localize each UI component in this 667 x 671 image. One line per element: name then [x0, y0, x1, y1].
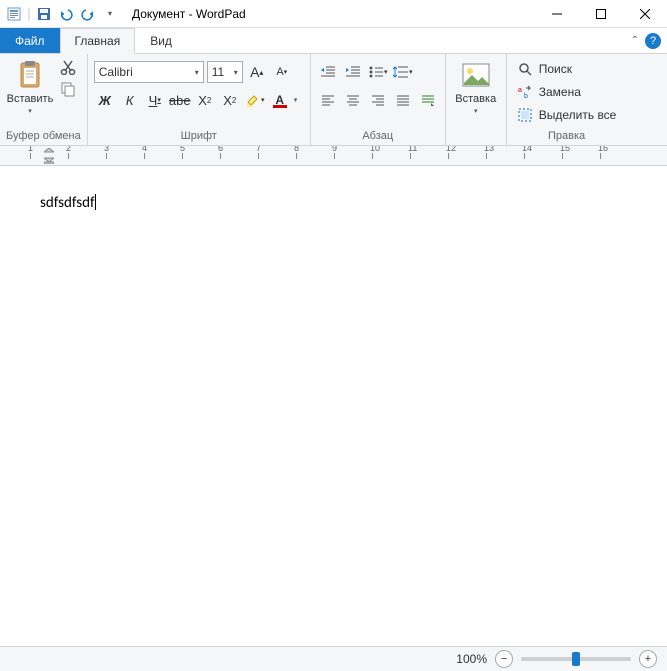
ruler-tick: 14 — [524, 153, 562, 159]
superscript-button[interactable]: X2 — [219, 89, 241, 111]
grow-font-button[interactable]: A▴ — [246, 61, 268, 83]
ruler-tick: 13 — [486, 153, 524, 159]
tab-home[interactable]: Главная — [60, 28, 136, 54]
clipboard-icon — [14, 59, 46, 91]
indent-marker[interactable] — [44, 148, 54, 164]
chevron-down-icon: ▾ — [474, 107, 478, 115]
replace-icon: ab — [517, 84, 533, 100]
chevron-down-icon: ▾ — [195, 68, 199, 77]
document-text: sdfsdfsdf — [40, 194, 95, 212]
shrink-font-button[interactable]: A▾ — [271, 61, 293, 83]
zoom-label: 100% — [456, 652, 487, 666]
maximize-button[interactable] — [579, 0, 623, 28]
ruler-tick: 11 — [410, 153, 448, 159]
save-icon[interactable] — [34, 4, 54, 24]
qat-customize-icon[interactable]: ▾ — [100, 4, 120, 24]
zoom-slider[interactable] — [521, 657, 631, 661]
help-icon[interactable]: ? — [645, 33, 661, 49]
ruler-tick: 7 — [258, 153, 296, 159]
close-button[interactable] — [623, 0, 667, 28]
strikethrough-button[interactable]: abe — [169, 89, 191, 111]
cut-icon[interactable] — [58, 57, 78, 77]
ruler[interactable]: 12345678910111213141516 — [0, 146, 667, 166]
paste-button[interactable]: Вставить ▾ — [6, 57, 54, 115]
align-justify-button[interactable] — [392, 89, 414, 111]
ruler-tick: 6 — [220, 153, 258, 159]
group-paragraph: ▾ ▾ Абзац — [311, 54, 446, 145]
ruler-tick: 12 — [448, 153, 486, 159]
tab-view[interactable]: Вид — [135, 28, 187, 53]
font-size-combo[interactable]: 11 ▾ — [207, 61, 243, 83]
undo-icon[interactable] — [56, 4, 76, 24]
select-all-icon — [517, 107, 533, 123]
redo-icon[interactable] — [78, 4, 98, 24]
picture-icon — [460, 59, 492, 91]
bold-button[interactable]: Ж — [94, 89, 116, 111]
ruler-tick: 8 — [296, 153, 334, 159]
zoom-in-button[interactable]: + — [639, 650, 657, 668]
ruler-tick: 3 — [106, 153, 144, 159]
search-icon — [517, 61, 533, 77]
find-button[interactable]: Поиск — [513, 59, 621, 79]
tab-file[interactable]: Файл — [0, 28, 60, 53]
font-name-combo[interactable]: Calibri ▾ — [94, 61, 204, 83]
align-center-button[interactable] — [342, 89, 364, 111]
copy-icon[interactable] — [58, 79, 78, 99]
ribbon-collapse-icon[interactable]: ⌃ — [631, 35, 639, 46]
align-left-button[interactable] — [317, 89, 339, 111]
svg-text:a: a — [518, 87, 522, 94]
italic-button[interactable]: К — [119, 89, 141, 111]
document-area[interactable]: sdfsdfsdf — [0, 166, 667, 628]
ruler-tick: 2 — [68, 153, 106, 159]
underline-button[interactable]: Ч▾ — [144, 89, 166, 111]
replace-button[interactable]: ab Замена — [513, 82, 621, 102]
window-title: Документ - WordPad — [124, 7, 535, 21]
minimize-button[interactable] — [535, 0, 579, 28]
font-color-button[interactable]: A — [269, 89, 291, 111]
highlight-button[interactable]: ▾ — [244, 89, 266, 111]
ruler-tick: 4 — [144, 153, 182, 159]
text-cursor — [95, 194, 96, 210]
bullet-list-button[interactable]: ▾ — [367, 61, 389, 83]
ruler-tick: 5 — [182, 153, 220, 159]
chevron-down-icon[interactable]: ▾ — [294, 96, 298, 104]
group-editing: Поиск ab Замена Выделить все Правка — [507, 54, 627, 145]
subscript-button[interactable]: X2 — [194, 89, 216, 111]
select-all-button[interactable]: Выделить все — [513, 105, 621, 125]
ruler-tick: 9 — [334, 153, 372, 159]
chevron-down-icon: ▾ — [234, 68, 238, 77]
align-right-button[interactable] — [367, 89, 389, 111]
decrease-indent-button[interactable] — [317, 61, 339, 83]
increase-indent-button[interactable] — [342, 61, 364, 83]
group-clipboard: Вставить ▾ Буфер обмена — [0, 54, 88, 145]
status-bar: 100% − + — [0, 646, 667, 671]
line-spacing-button[interactable]: ▾ — [392, 61, 414, 83]
zoom-thumb[interactable] — [572, 652, 580, 666]
zoom-out-button[interactable]: − — [495, 650, 513, 668]
group-insert: Вставка ▾ — [446, 54, 507, 145]
chevron-down-icon: ▾ — [28, 107, 32, 115]
insert-button[interactable]: Вставка ▾ — [452, 57, 500, 115]
ruler-tick: 10 — [372, 153, 410, 159]
qat-separator: | — [26, 4, 32, 24]
group-font: Calibri ▾ 11 ▾ A▴ A▾ Ж К Ч▾ abe X2 — [88, 54, 311, 145]
ruler-tick: 15 — [562, 153, 600, 159]
app-icon — [4, 4, 24, 24]
ruler-tick: 16 — [600, 153, 638, 159]
svg-text:b: b — [524, 93, 528, 99]
paragraph-dialog-button[interactable] — [417, 89, 439, 111]
